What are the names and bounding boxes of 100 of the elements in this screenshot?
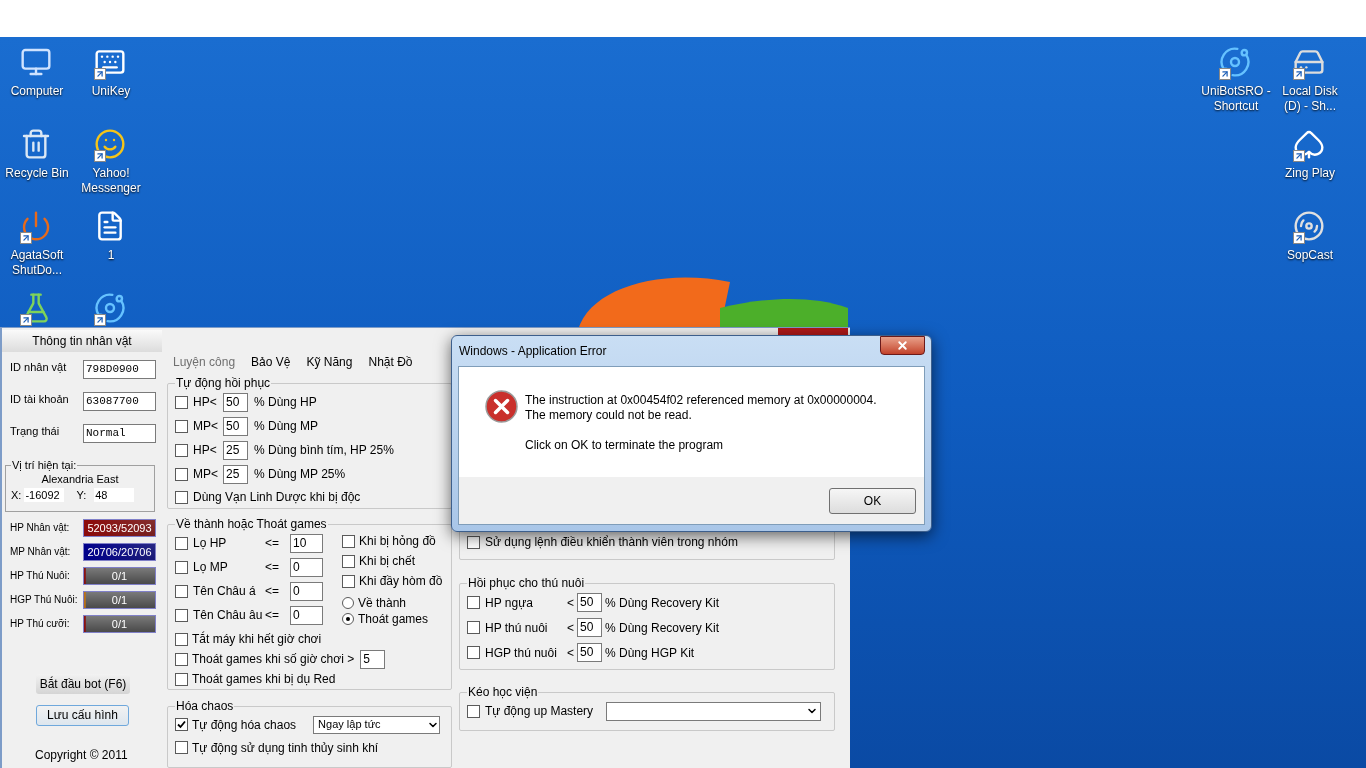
bar-label: MP Nhân vật: — [10, 546, 72, 558]
checkbox-label: <= — [265, 535, 280, 552]
shortcut-icon[interactable] — [1293, 128, 1327, 162]
checkbox-label: Khi bị hỏng đồ — [359, 533, 436, 550]
bar-label: HP Thú cưỡi: — [10, 618, 71, 630]
checkbox-label: < — [567, 594, 575, 612]
panel-tab[interactable]: Thông tin nhân vật — [2, 330, 162, 352]
icon-label: UniKey — [90, 84, 132, 99]
dropdown[interactable] — [606, 701, 822, 721]
start-bot-button[interactable]: Bắt đầu bot (F6) — [36, 674, 130, 694]
checkbox-label: Tên Châu âu — [193, 607, 264, 624]
checkbox-label: Dùng Vạn Linh Dược khi bị độc — [193, 489, 361, 506]
bar-label: HGP Thú Nuôi: — [10, 594, 79, 606]
close-icon — [896, 339, 909, 352]
checkbox-label: % Dùng bình tím, HP 25% — [254, 442, 394, 459]
checkbox[interactable] — [467, 596, 480, 609]
checkbox[interactable] — [467, 535, 480, 549]
checkbox-label: % Dùng HP — [254, 394, 317, 411]
checkbox[interactable] — [467, 621, 480, 634]
save-config-button[interactable]: Lưu cấu hình — [36, 705, 129, 726]
tab[interactable]: Kỹ Năng — [306, 353, 353, 371]
icon-label: 1 — [106, 248, 116, 263]
shortcut-icon[interactable] — [94, 292, 128, 326]
bar-value: 0/1 — [110, 593, 129, 608]
checkbox[interactable] — [175, 741, 188, 754]
checkbox[interactable] — [175, 608, 188, 622]
checkbox[interactable] — [175, 632, 188, 646]
checkbox[interactable] — [175, 536, 188, 550]
tab[interactable]: Bảo Vệ — [251, 353, 291, 371]
radio-button[interactable] — [342, 597, 354, 609]
number-field[interactable]: 0 — [290, 557, 323, 577]
number-field[interactable]: 50 — [577, 618, 602, 637]
checkbox-label: Tên Châu á — [193, 583, 257, 600]
group-title: Hồi phục cho thú nuôi — [467, 576, 586, 590]
checkbox[interactable] — [175, 443, 188, 457]
checkbox[interactable] — [175, 490, 188, 504]
checkbox[interactable] — [342, 554, 355, 568]
group-title: Tự động hồi phục — [175, 376, 272, 390]
number-field[interactable]: 50 — [223, 392, 248, 412]
number-field[interactable]: 50 — [577, 593, 602, 612]
number-field[interactable]: 50 — [223, 416, 248, 436]
checkbox-label: <= — [265, 607, 280, 624]
checkbox[interactable] — [175, 672, 188, 686]
checkbox[interactable] — [175, 560, 188, 574]
bar-value: 0/1 — [110, 569, 129, 584]
checkbox[interactable] — [467, 646, 480, 659]
ok-button[interactable]: OK — [829, 487, 916, 514]
checkbox-label: Về thành — [358, 595, 407, 612]
checkbox-label: % Dùng HGP Kit — [605, 644, 695, 662]
close-button[interactable] — [880, 336, 925, 355]
checkbox-label: Lọ MP — [193, 559, 229, 576]
checkbox-label: % Dùng Recovery Kit — [605, 594, 720, 612]
dropdown[interactable]: Ngay lập tức — [313, 715, 441, 734]
checkbox-label: HP ngựa — [485, 594, 534, 612]
checkbox-label: Tự động hóa chaos — [192, 716, 297, 734]
checkbox-label: % Dùng MP 25% — [254, 466, 346, 483]
text-field[interactable]: 63087700 — [83, 392, 156, 411]
number-field[interactable]: 5 — [360, 649, 386, 669]
number-field[interactable]: 25 — [223, 440, 248, 460]
checkbox[interactable] — [342, 534, 355, 548]
number-field[interactable]: 50 — [577, 643, 602, 662]
radio-button[interactable] — [342, 613, 354, 625]
number-field[interactable]: 10 — [290, 533, 323, 553]
group-title: Kéo học viện — [467, 685, 539, 699]
checkbox-label: HGP thú nuôi — [485, 644, 558, 662]
checkbox[interactable] — [467, 704, 480, 718]
number-field[interactable]: 0 — [290, 581, 323, 601]
icon-label: UniBotSRO - Shortcut — [1200, 84, 1272, 114]
checkbox[interactable] — [175, 718, 188, 731]
text-field[interactable]: Normal — [83, 424, 156, 443]
checkbox[interactable] — [175, 467, 188, 481]
icon-label: AgataSoft ShutDo... — [9, 248, 65, 278]
checkbox-label: Thoát games khi số giờ chơi > — [192, 651, 355, 668]
checkbox-label: % Dùng Recovery Kit — [605, 619, 720, 637]
checkbox-label: Thoát games khi bị dụ Red — [192, 671, 336, 688]
checkbox[interactable] — [175, 652, 188, 666]
tab[interactable]: Luyện công — [173, 353, 236, 371]
shortcut-icon[interactable] — [1219, 46, 1253, 80]
checkbox[interactable] — [342, 574, 355, 588]
checkbox-label: Tự động sử dụng tinh thủy sinh khí — [192, 739, 379, 757]
checkbox-label: HP< — [193, 442, 218, 459]
coordinate-field: 48 — [94, 488, 135, 502]
icon-label: Local Disk (D) - Sh... — [1281, 84, 1339, 114]
checkbox-label: MP< — [193, 466, 219, 483]
checkbox-label: Khi bị chết — [359, 553, 416, 570]
tab[interactable]: Nhặt Đồ — [368, 353, 413, 371]
group-title: Hóa chaos — [175, 699, 235, 713]
checkbox-label: Khi đầy hòm đồ — [359, 573, 443, 590]
checkbox-label: <= — [265, 583, 280, 600]
checkbox[interactable] — [175, 395, 188, 409]
text-field[interactable]: 798D0900 — [83, 360, 156, 379]
checkbox[interactable] — [175, 419, 188, 433]
checkbox[interactable] — [175, 584, 188, 598]
icon-label: Computer — [9, 84, 65, 99]
checkbox-label: HP thú nuôi — [485, 619, 549, 637]
number-field[interactable]: 0 — [290, 605, 323, 625]
icon-label: Zing Play — [1284, 166, 1336, 181]
number-field[interactable]: 25 — [223, 464, 248, 484]
icon-label: Recycle Bin — [4, 166, 70, 181]
checkbox-label: < — [567, 619, 575, 637]
